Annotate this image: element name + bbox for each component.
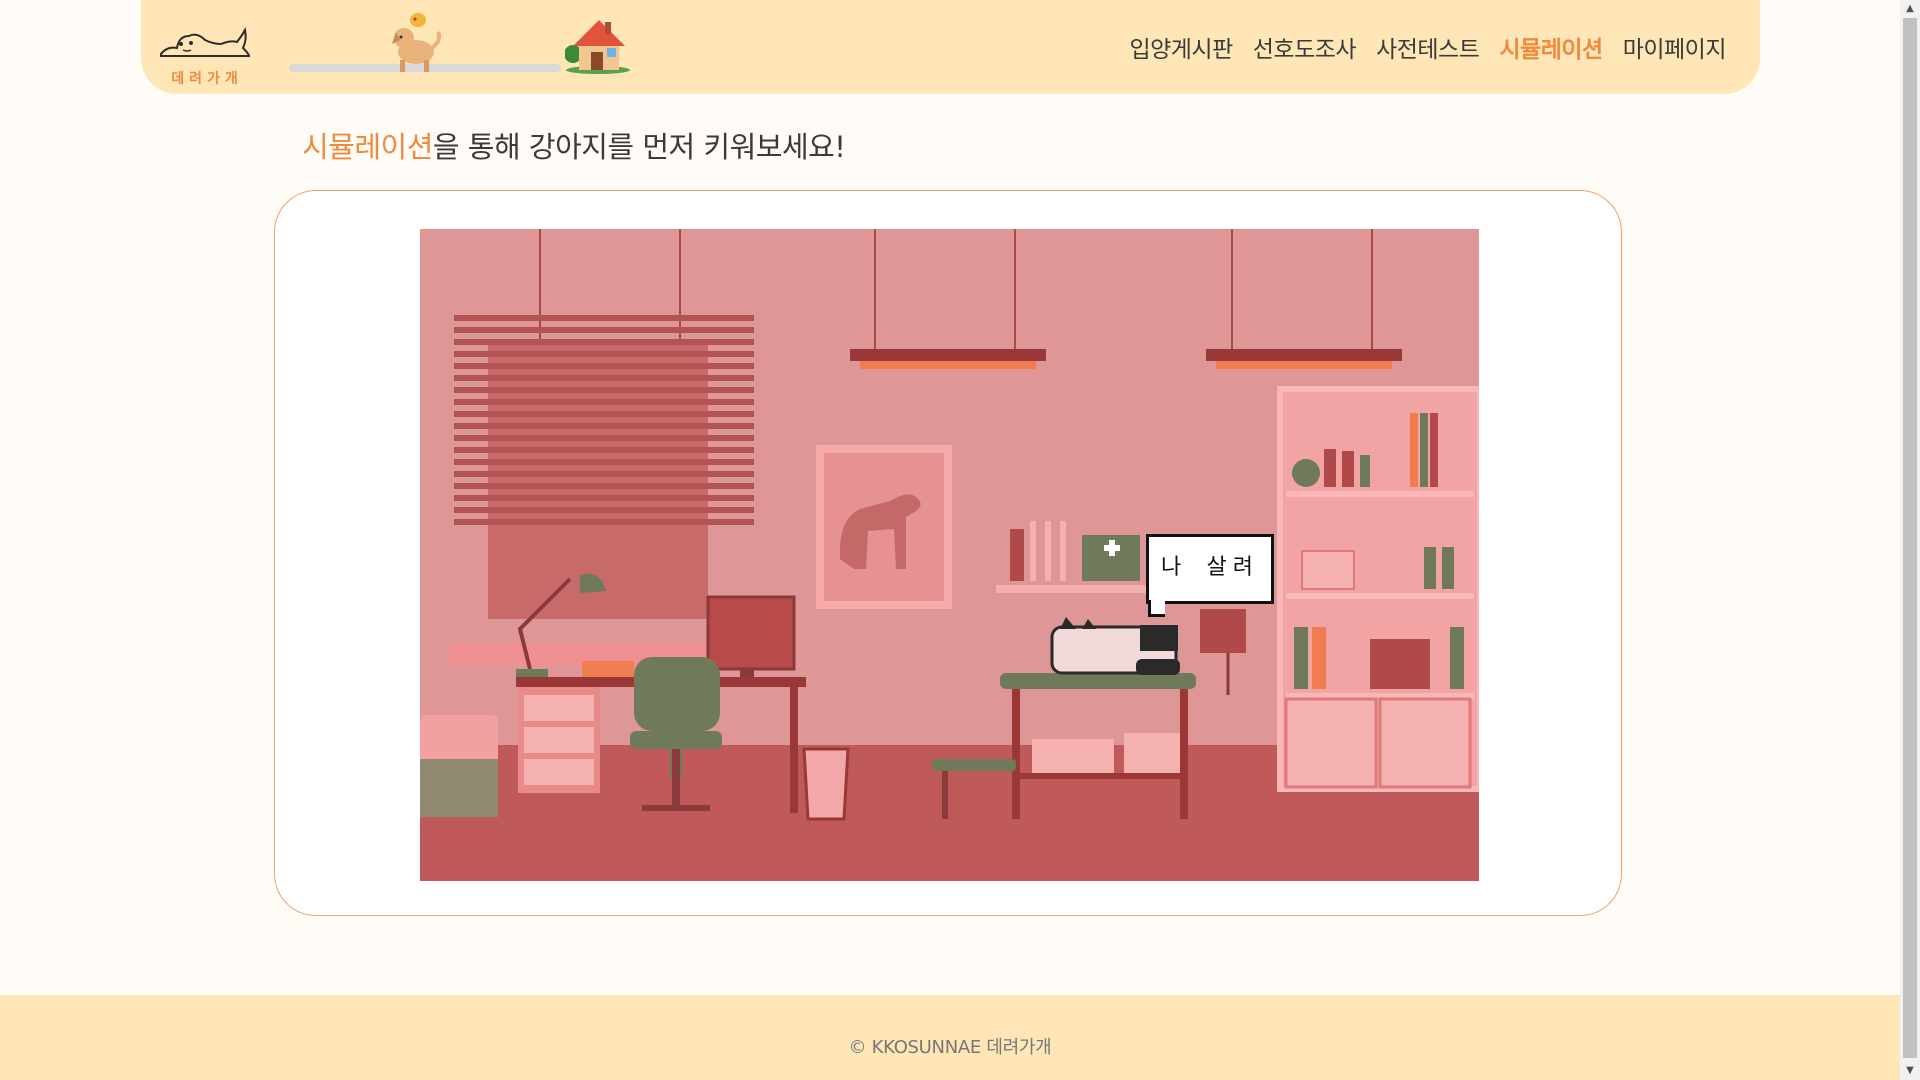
page-heading: 시뮬레이션을 통해 강아지를 먼저 키워보세요!	[302, 124, 846, 166]
speech-bubble-tail	[1148, 600, 1165, 617]
header: 데려가개 입양게시판 선호도조사 사전테스트 시뮬레이션 마이페이지	[141, 0, 1760, 94]
scroll-up-arrow-icon[interactable]: ▲	[1900, 0, 1920, 18]
nav-my-page[interactable]: 마이페이지	[1623, 30, 1727, 64]
house-goal-icon	[565, 20, 630, 74]
heading-accent: 시뮬레이션	[302, 130, 433, 164]
page-scrollbar[interactable]: ▲ ▼	[1900, 0, 1920, 1080]
scrollbar-thumb[interactable]	[1903, 18, 1917, 1058]
copyright-text: © KKOSUNNAE 데려가개	[848, 1037, 1052, 1058]
nav-adoption-board[interactable]: 입양게시판	[1129, 30, 1233, 64]
dog-logo-icon	[160, 26, 251, 57]
speech-bubble: 나 살려	[1146, 534, 1274, 604]
logo-text: 데려가개	[171, 71, 243, 87]
nav-pre-test[interactable]: 사전테스트	[1376, 30, 1480, 64]
footer: © KKOSUNNAE 데려가개	[0, 995, 1900, 1080]
scroll-down-arrow-icon[interactable]: ▼	[1900, 1062, 1920, 1080]
nav-simulation[interactable]: 시뮬레이션	[1499, 30, 1603, 64]
main-nav: 입양게시판 선호도조사 사전테스트 시뮬레이션 마이페이지	[1129, 30, 1726, 64]
heading-text: 을 통해 강아지를 먼저 키워보세요!	[432, 130, 846, 164]
nav-preference-survey[interactable]: 선호도조사	[1253, 30, 1357, 64]
logo[interactable]: 데려가개	[155, 10, 255, 87]
vet-room-illustration	[420, 229, 1479, 881]
dog-progress-icon	[392, 13, 442, 72]
simulation-scene[interactable]	[420, 229, 1479, 881]
